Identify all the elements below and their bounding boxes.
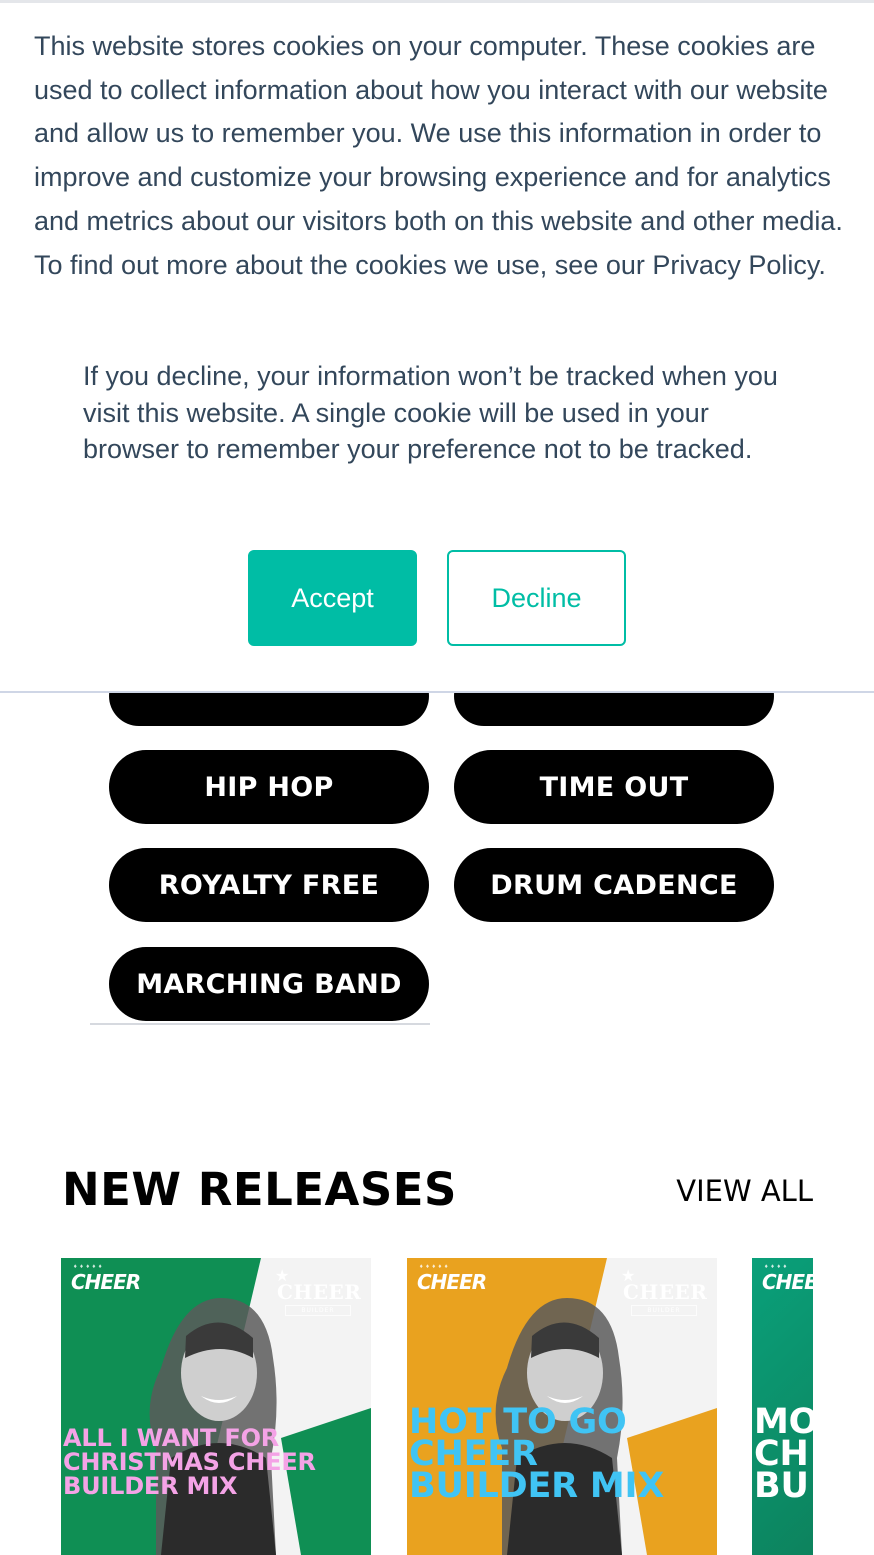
- accept-cookies-button[interactable]: Accept: [248, 550, 417, 646]
- decline-cookies-button[interactable]: Decline: [447, 550, 626, 646]
- genre-pill-royalty-free[interactable]: ROYALTY FREE: [109, 848, 429, 922]
- genre-pill-drum-cadence[interactable]: DRUM CADENCE: [454, 848, 774, 922]
- genre-pill-hip-hop[interactable]: HIP HOP: [109, 750, 429, 824]
- section-title-new-releases: NEW RELEASES: [62, 1163, 457, 1216]
- cookie-consent-banner: This website stores cookies on your comp…: [0, 0, 874, 693]
- cookie-notice-text: This website stores cookies on your comp…: [34, 31, 843, 280]
- release-card[interactable]: ♦ ♦ ♦ ♦ ♦ CHEER ★ CHEER BUILDER ALL I WA…: [61, 1258, 371, 1555]
- cheer-builder-logo: ★ CHEER BUILDER: [275, 1268, 362, 1316]
- genre-pill-time-out[interactable]: TIME OUT: [454, 750, 774, 824]
- brand-wordmark: ♦ ♦ ♦ ♦ ♦ CHEER: [71, 1264, 141, 1294]
- view-all-link[interactable]: VIEW ALL: [676, 1174, 813, 1208]
- release-card[interactable]: ♦ ♦ ♦ ♦ ♦ CHEER ★ CHEER BUILDER HOT TO G…: [407, 1258, 717, 1555]
- cheer-builder-logo: ★ CHEER BUILDER: [621, 1268, 708, 1316]
- new-releases-carousel[interactable]: ♦ ♦ ♦ ♦ ♦ CHEER ★ CHEER BUILDER ALL I WA…: [61, 1258, 813, 1555]
- star-icon: ★: [275, 1268, 290, 1285]
- release-card[interactable]: ♦ ♦ ♦ ♦ CHEE MO CH BU: [752, 1258, 813, 1555]
- release-title: MO CH BU: [754, 1402, 813, 1506]
- genre-pill-marching-band[interactable]: MARCHING BAND: [109, 947, 429, 1021]
- cookie-decline-info-text: If you decline, your information won’t b…: [83, 361, 778, 464]
- brand-wordmark: ♦ ♦ ♦ ♦ CHEE: [762, 1264, 813, 1294]
- brand-wordmark: ♦ ♦ ♦ ♦ ♦ CHEER: [417, 1264, 487, 1294]
- release-title: ALL I WANT FOR CHRISTMAS CHEER BUILDER M…: [63, 1424, 316, 1500]
- divider: [90, 1023, 430, 1025]
- star-icon: ★: [621, 1268, 636, 1285]
- release-title: HOT TO GO CHEER BUILDER MIX: [409, 1402, 665, 1506]
